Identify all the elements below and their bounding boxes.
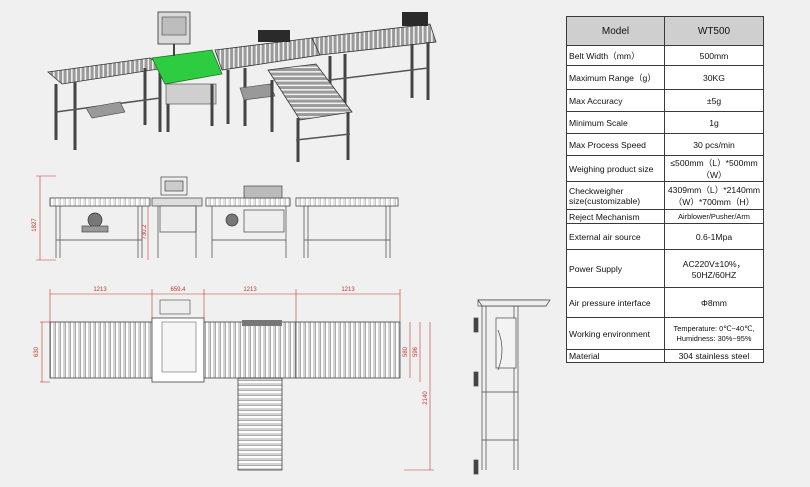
dim-width-right-a: 580 xyxy=(403,346,409,357)
spec-value: 500mm xyxy=(664,45,764,66)
top-view xyxy=(40,289,434,471)
spec-row: Belt Width（mm） 500mm xyxy=(566,45,764,66)
spec-header-row: Model WT500 xyxy=(566,16,764,46)
dim-seg-1: 1213 xyxy=(93,287,107,293)
isometric-view xyxy=(47,11,437,162)
spec-label: Checkweigher size(customizable) xyxy=(566,181,665,210)
spec-value: ±5g xyxy=(664,89,764,112)
spec-row: Maximum Range（g） 30KG xyxy=(566,65,764,90)
spec-row: Minimum Scale 1g xyxy=(566,111,764,134)
spec-row: Power Supply AC220V±10%，50HZ/60HZ xyxy=(566,249,764,288)
dim-seg-4: 1213 xyxy=(341,287,355,293)
spec-row: Working environment Temperature: 0℃~40℃,… xyxy=(566,317,764,350)
spec-row: Checkweigher size(customizable) 4309mm（L… xyxy=(566,181,764,210)
spec-value: 30KG xyxy=(664,65,764,90)
spec-label: Air pressure interface xyxy=(566,287,665,318)
spec-header-value: WT500 xyxy=(664,16,764,46)
machine-drawing: 1827 730.2 1213 659.4 1213 1213 630 580 … xyxy=(32,11,551,475)
spec-value: 30 pcs/min xyxy=(664,133,764,156)
front-height-total: 1827 xyxy=(32,218,38,232)
spec-label: Reject Mechanism xyxy=(566,209,665,224)
dim-width-left: 630 xyxy=(34,346,40,357)
spec-row: Material 304 stainless steel xyxy=(566,349,764,363)
front-height-weigher: 730.2 xyxy=(142,224,148,240)
spec-value: 1g xyxy=(664,111,764,134)
spec-value: Φ8mm xyxy=(664,287,764,318)
spec-label: Weighing product size xyxy=(566,155,665,182)
front-view xyxy=(36,175,399,261)
spec-value: 0.6-1Mpa xyxy=(664,223,764,250)
spec-label: Power Supply xyxy=(566,249,665,288)
side-view xyxy=(473,299,551,475)
spec-label: Max Process Speed xyxy=(566,133,665,156)
spec-row: Weighing product size ≤500mm（L）*500mm（W） xyxy=(566,155,764,182)
spec-row: Max Process Speed 30 pcs/min xyxy=(566,133,764,156)
spec-label: Material xyxy=(566,349,665,363)
dim-total-depth: 2140 xyxy=(423,391,429,405)
spec-label: External air source xyxy=(566,223,665,250)
spec-value: 304 stainless steel xyxy=(664,349,764,363)
spec-label: Minimum Scale xyxy=(566,111,665,134)
spec-row: Max Accuracy ±5g xyxy=(566,89,764,112)
spec-value: Temperature: 0℃~40℃, Humidness: 30%~95% xyxy=(664,317,764,350)
spec-value: Airblower/Pusher/Arm xyxy=(664,209,764,224)
spec-row: External air source 0.6-1Mpa xyxy=(566,223,764,250)
spec-table: Model WT500 Belt Width（mm） 500mm Maximum… xyxy=(566,16,764,363)
dim-seg-3: 1213 xyxy=(243,287,257,293)
spec-row: Reject Mechanism Airblower/Pusher/Arm xyxy=(566,209,764,224)
spec-row: Air pressure interface Φ8mm xyxy=(566,287,764,318)
spec-label: Working environment xyxy=(566,317,665,350)
dim-seg-2: 659.4 xyxy=(170,287,186,293)
spec-value: 4309mm（L）*2140mm（W）*700mm（H） xyxy=(664,181,764,210)
spec-label: Belt Width（mm） xyxy=(566,45,665,66)
spec-header-label: Model xyxy=(566,16,665,46)
spec-label: Maximum Range（g） xyxy=(566,65,665,90)
spec-value: AC220V±10%，50HZ/60HZ xyxy=(664,249,764,288)
dim-width-right-b: 596 xyxy=(413,346,419,357)
spec-value: ≤500mm（L）*500mm（W） xyxy=(664,155,764,182)
spec-label: Max Accuracy xyxy=(566,89,665,112)
